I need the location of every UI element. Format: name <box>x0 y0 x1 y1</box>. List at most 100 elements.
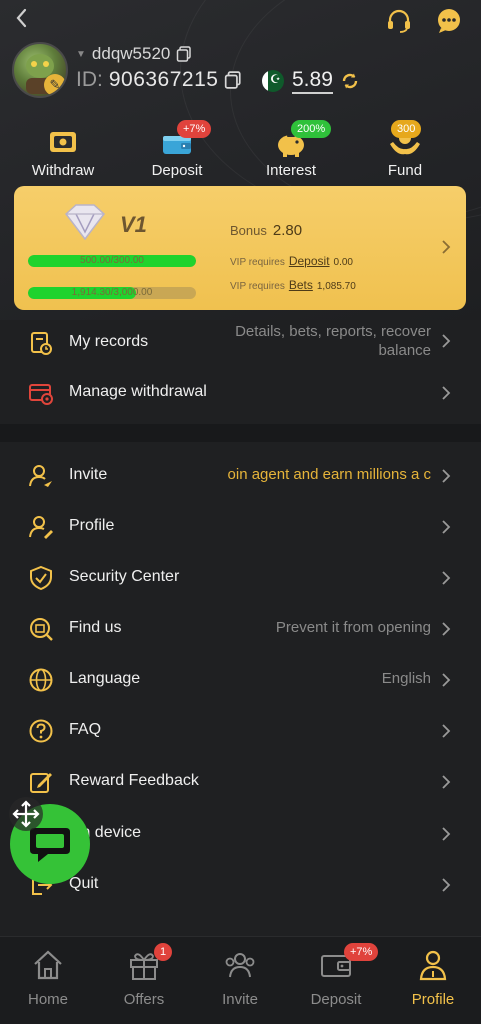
tab-invite[interactable]: Invite <box>192 945 288 1015</box>
tab-label-home: Home <box>27 991 68 1008</box>
copy-icon[interactable] <box>176 46 192 62</box>
tab-label-offers: Offers <box>123 991 165 1008</box>
customer-service-button[interactable] <box>386 8 412 34</box>
menu-label-faq: FAQ <box>69 721 102 738</box>
tab-deposit[interactable]: +7% Deposit <box>288 943 384 1015</box>
chevron-right-icon <box>442 673 451 687</box>
quick-actions: Withdraw +7% Deposit 200% Interest 300 F… <box>0 118 481 180</box>
chat-bubble-icon <box>438 9 460 33</box>
records-icon <box>31 332 52 355</box>
withdraw-label: Withdraw <box>31 162 95 179</box>
tab-home[interactable]: Home <box>0 945 96 1015</box>
dropdown-triangle-icon[interactable]: ▼ <box>76 49 86 60</box>
vip-level: V1 <box>120 212 147 237</box>
menu-row-faq[interactable]: FAQ <box>0 706 481 756</box>
vip-progress-deposit: 500.00/300.00 <box>28 255 196 267</box>
manage-withdrawal-label: Manage withdrawal <box>69 383 207 400</box>
username-row: ▼ ddqw5520 <box>76 44 192 64</box>
deposit-link[interactable]: Deposit <box>289 254 330 268</box>
bottom-tab-bar: Home 1 Offers Invite +7% Deposit Profile <box>0 936 481 1024</box>
profile-tab-icon <box>419 950 447 981</box>
bonus-value: 2.80 <box>272 222 303 239</box>
edit-icon <box>30 773 52 793</box>
copy-id-icon[interactable] <box>224 71 242 89</box>
user-id: 906367215 <box>108 68 219 91</box>
headset-icon <box>388 9 410 33</box>
tab-label-profile: Profile <box>411 991 455 1008</box>
menu-row-profile[interactable]: Profile <box>0 502 481 552</box>
question-icon <box>29 719 53 743</box>
chevron-right-icon <box>442 878 451 892</box>
balance-value: 5.89 <box>292 68 333 94</box>
invite-people-icon <box>225 953 255 978</box>
top-bar <box>0 0 481 40</box>
vip-progress-bets: 1,914.30/3,000.00 <box>28 287 196 299</box>
my-records-row[interactable]: My records Details, bets, reports, recov… <box>0 320 481 370</box>
shield-icon <box>30 565 52 591</box>
tab-label-deposit: Deposit <box>310 991 362 1008</box>
bets-requirement-value: 1,085.70 <box>316 281 356 292</box>
balance-row: ☪ 5.89 <box>262 68 359 94</box>
menu-row-language[interactable]: Language English <box>0 655 481 705</box>
deposit-requirement-value: 0.00 <box>333 257 353 268</box>
chevron-right-icon <box>442 469 451 483</box>
refresh-icon[interactable] <box>341 72 359 90</box>
chevron-right-icon <box>442 240 451 254</box>
username: ddqw5520 <box>91 44 171 63</box>
deposit-tab-badge: +7% <box>344 943 379 961</box>
tab-offers[interactable]: 1 Offers <box>96 943 192 1015</box>
deposit-button[interactable]: +7% Deposit <box>129 118 225 180</box>
menu-label-profile: Profile <box>69 517 115 534</box>
section-divider <box>0 424 481 442</box>
id-label: ID: <box>76 68 103 91</box>
bets-link[interactable]: Bets <box>289 278 313 292</box>
bonus-label: Bonus <box>230 223 267 238</box>
chevron-right-icon <box>442 520 451 534</box>
chevron-right-icon <box>442 386 451 400</box>
home-icon <box>34 950 62 980</box>
pakistan-flag-icon: ☪ <box>262 70 284 92</box>
withdraw-button[interactable]: Withdraw <box>15 118 111 180</box>
chevron-right-icon <box>442 622 451 636</box>
menu-row-find-us[interactable]: Find us Prevent it from opening <box>0 604 481 654</box>
menu-label-invite: Invite <box>69 466 108 483</box>
vip-progress-bets-text: 1,914.30/3,000.00 <box>71 287 153 298</box>
manage-withdrawal-row[interactable]: Manage withdrawal <box>0 368 481 418</box>
fund-label: Fund <box>387 162 423 179</box>
chevron-right-icon <box>442 334 451 348</box>
edit-avatar-icon[interactable]: ✎ <box>44 74 66 96</box>
current-language: English <box>381 670 431 687</box>
withdraw-icon <box>50 132 76 152</box>
menu-label-find-us: Find us <box>69 619 122 636</box>
menu-row-reward-feedback[interactable]: Reward Feedback <box>0 757 481 807</box>
vip-bonus: Bonus 2.80 <box>230 222 302 239</box>
globe-icon <box>29 668 53 692</box>
avatar[interactable]: ✎ <box>12 42 68 98</box>
my-records-label: My records <box>69 333 149 350</box>
menu-label-security-center: Security Center <box>69 568 180 585</box>
drag-move-icon[interactable] <box>8 796 44 832</box>
vip-requires-label: VIP requires <box>230 281 285 292</box>
tab-profile[interactable]: Profile <box>385 945 481 1015</box>
deposit-badge: +7% <box>177 120 212 138</box>
my-records-description: Details, bets, reports, recover balance <box>235 323 431 359</box>
invite-marquee-text: oin agent and earn millions a c <box>227 466 431 483</box>
back-button[interactable] <box>10 4 34 32</box>
deposit-label: Deposit <box>151 162 203 179</box>
profile-icon <box>29 516 53 539</box>
interest-button[interactable]: 200% Interest <box>243 118 339 180</box>
tab-label-invite: Invite <box>222 991 258 1008</box>
messages-button[interactable] <box>436 8 462 34</box>
fund-badge: 300 <box>391 120 422 138</box>
chevron-right-icon <box>442 724 451 738</box>
interest-label: Interest <box>265 162 317 179</box>
vip-progress-deposit-text: 500.00/300.00 <box>80 255 144 266</box>
invite-icon <box>29 465 52 487</box>
menu-row-invite[interactable]: Invite oin agent and earn millions a c <box>0 451 481 501</box>
menu-label-language: Language <box>69 670 141 687</box>
vip-card[interactable]: V1 500.00/300.00 1,914.30/3,000.00 Bonus… <box>14 186 466 310</box>
menu-row-security-center[interactable]: Security Center <box>0 553 481 603</box>
chevron-right-icon <box>442 827 451 841</box>
find-us-description: Prevent it from opening <box>275 619 431 636</box>
fund-button[interactable]: 300 Fund <box>357 118 453 180</box>
